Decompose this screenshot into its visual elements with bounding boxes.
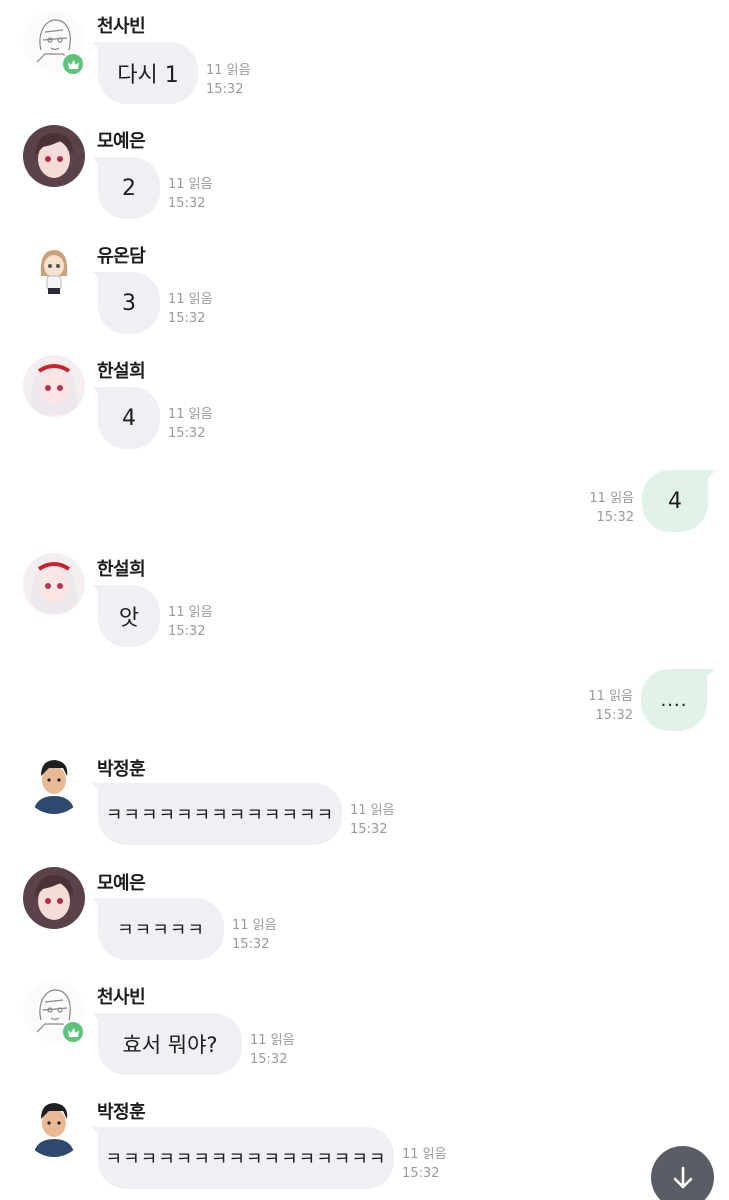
timestamp: 15:32 <box>402 1166 440 1181</box>
sender-name: 한설희 <box>97 559 146 580</box>
timestamp: 15:32 <box>168 624 206 639</box>
read-count: 11 읽음 <box>168 292 213 307</box>
sender-name: 천사빈 <box>97 16 146 37</box>
sender-name: 천사빈 <box>97 987 146 1008</box>
message-meta: 11 읽음 15:32 <box>580 489 634 527</box>
avatar-white-hair-girl[interactable] <box>23 355 85 417</box>
timestamp: 15:32 <box>206 82 244 97</box>
message-bubble[interactable]: ㅋㅋㅋㅋㅋㅋㅋㅋㅋㅋㅋㅋㅋ <box>98 783 342 845</box>
message-meta: 11 읽음 15:32 <box>168 290 213 328</box>
timestamp: 15:32 <box>232 937 270 952</box>
timestamp: 15:32 <box>168 196 206 211</box>
crown-badge <box>61 52 85 76</box>
read-count: 11 읽음 <box>168 407 213 422</box>
sender-name: 박정훈 <box>97 759 146 780</box>
avatar-anime-girl[interactable] <box>23 867 85 929</box>
message-meta: 11 읽음 15:32 <box>168 405 213 443</box>
timestamp: 15:32 <box>168 426 206 441</box>
message-bubble[interactable]: 2 <box>98 157 160 219</box>
read-count: 11 읽음 <box>168 605 213 620</box>
read-count: 11 읽음 <box>168 177 213 192</box>
message-bubble[interactable]: 다시 1 <box>98 42 198 104</box>
sender-name: 박정훈 <box>97 1102 146 1123</box>
message-bubble[interactable]: ㅋㅋㅋㅋㅋㅋㅋㅋㅋㅋㅋㅋㅋㅋㅋㅋ <box>98 1127 394 1189</box>
read-count: 11 읽음 <box>588 689 633 704</box>
sender-name: 한설희 <box>97 361 146 382</box>
message-bubble[interactable]: 효서 뭐야? <box>98 1013 242 1075</box>
message-bubble[interactable]: .... <box>641 669 707 731</box>
read-count: 11 읽음 <box>402 1147 447 1162</box>
read-count: 11 읽음 <box>250 1033 295 1048</box>
message-bubble[interactable]: ㅋㅋㅋㅋㅋ <box>98 898 224 960</box>
read-count: 11 읽음 <box>589 491 634 506</box>
read-count: 11 읽음 <box>350 803 395 818</box>
avatar-man[interactable] <box>23 752 85 814</box>
read-count: 11 읽음 <box>206 63 251 78</box>
avatar-anime-girl[interactable] <box>23 125 85 187</box>
sender-name: 모예은 <box>97 873 146 894</box>
message-meta: 11 읽음 15:32 <box>206 61 251 99</box>
message-bubble[interactable]: 3 <box>98 272 160 334</box>
message-meta: 11 읽음 15:32 <box>168 603 213 641</box>
avatar-white-hair-girl[interactable] <box>23 553 85 615</box>
timestamp: 15:32 <box>250 1052 288 1067</box>
message-meta: 11 읽음 15:32 <box>350 801 395 839</box>
timestamp: 15:32 <box>596 510 634 525</box>
crown-icon <box>67 1027 79 1037</box>
avatar-man[interactable] <box>23 1095 85 1157</box>
timestamp: 15:32 <box>350 822 388 837</box>
sender-name: 유온담 <box>97 246 146 267</box>
message-bubble[interactable]: 앗 <box>98 585 160 647</box>
crown-badge <box>61 1020 85 1044</box>
timestamp: 15:32 <box>168 311 206 326</box>
message-meta: 11 읽음 15:32 <box>250 1031 295 1069</box>
sender-name: 모예은 <box>97 131 146 152</box>
scroll-to-bottom-button[interactable] <box>651 1146 714 1200</box>
message-meta: 11 읽음 15:32 <box>402 1145 447 1183</box>
message-meta: 11 읽음 15:32 <box>232 916 277 954</box>
read-count: 11 읽음 <box>232 918 277 933</box>
arrow-down-icon <box>673 1166 692 1188</box>
message-bubble[interactable]: 4 <box>642 470 708 532</box>
avatar-chibi[interactable] <box>23 240 85 302</box>
message-bubble[interactable]: 4 <box>98 387 160 449</box>
message-meta: 11 읽음 15:32 <box>168 175 213 213</box>
crown-icon <box>67 59 79 69</box>
timestamp: 15:32 <box>595 708 633 723</box>
message-meta: 11 읽음 15:32 <box>579 687 633 725</box>
